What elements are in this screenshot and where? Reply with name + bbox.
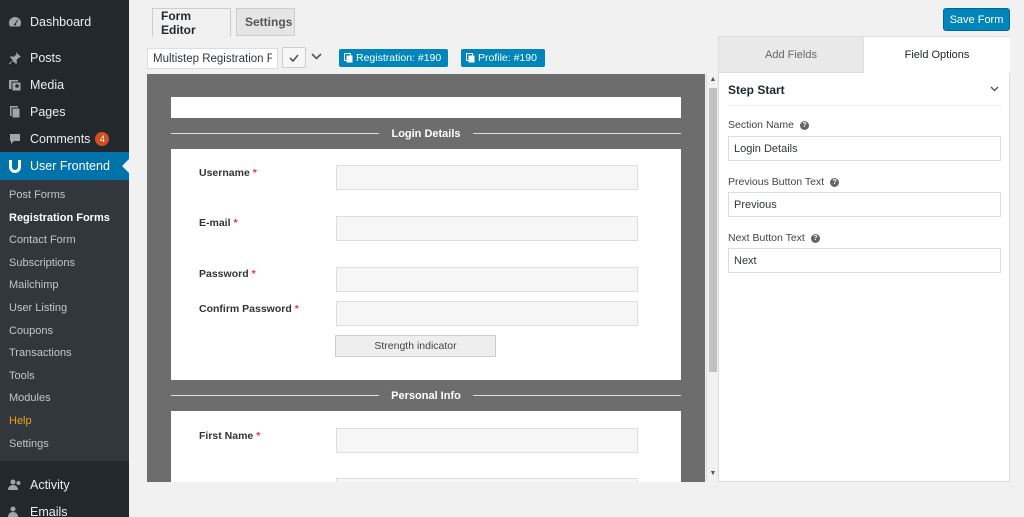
dashboard-icon xyxy=(8,15,22,29)
field-label-confirm-password: Confirm Password * xyxy=(199,303,299,315)
menu-label: Dashboard xyxy=(30,14,92,29)
media-icon xyxy=(8,78,22,92)
pushpin-icon xyxy=(8,51,22,65)
first-name-input[interactable] xyxy=(336,428,638,453)
section-title: Personal Info xyxy=(391,389,461,402)
field-label-username: Username * xyxy=(199,167,257,179)
menu-item-comments[interactable]: Comments 4 xyxy=(0,125,129,152)
help-icon[interactable]: ? xyxy=(830,177,840,187)
divider-line xyxy=(171,133,380,134)
email-input[interactable] xyxy=(336,216,638,241)
confirm-title-button[interactable] xyxy=(282,47,306,68)
section-step-login-details[interactable]: Login Details xyxy=(171,118,681,149)
previous-button-text-label: Previous Button Text? xyxy=(728,176,840,188)
confirm-password-input[interactable] xyxy=(336,301,638,326)
form-title-input[interactable] xyxy=(147,48,278,69)
admin-sidebar: Dashboard Posts Media Pages Comments 4 U… xyxy=(0,0,129,517)
strength-indicator: Strength indicator xyxy=(335,335,496,357)
section-step-personal-info[interactable]: Personal Info xyxy=(171,380,681,411)
scroll-thumb[interactable] xyxy=(709,88,717,372)
copy-icon xyxy=(466,53,475,63)
submenu-post-forms[interactable]: Post Forms xyxy=(0,184,129,207)
preview-scrollbar[interactable]: ▲ ▼ xyxy=(706,74,718,482)
scroll-up-arrow-icon[interactable]: ▲ xyxy=(709,76,717,84)
menu-label: Pages xyxy=(30,104,66,119)
menu-label: Posts xyxy=(30,50,62,65)
field-options-panel: Add Fields Field Options Step Start Sect… xyxy=(718,36,1010,482)
submenu-settings[interactable]: Settings xyxy=(0,433,129,456)
checkmark-icon xyxy=(289,53,299,62)
pages-icon xyxy=(8,105,22,119)
tab-form-editor[interactable]: Form Editor xyxy=(152,8,231,37)
next-button-text-input[interactable]: Next xyxy=(728,248,1001,273)
comments-count-badge: 4 xyxy=(95,131,110,146)
password-input[interactable] xyxy=(336,267,638,292)
tab-settings[interactable]: Settings xyxy=(236,8,295,36)
menu-label: Emails xyxy=(30,504,68,517)
divider-line xyxy=(472,395,681,396)
help-icon[interactable]: ? xyxy=(799,120,809,130)
scroll-down-arrow-icon[interactable]: ▼ xyxy=(709,470,717,478)
submenu-coupons[interactable]: Coupons xyxy=(0,320,129,343)
save-form-button[interactable]: Save Form xyxy=(943,8,1010,31)
field-label-email: E-mail * xyxy=(199,217,238,229)
menu-item-posts[interactable]: Posts xyxy=(0,44,129,71)
section-name-label: Section Name? xyxy=(728,119,809,131)
step-start-title: Step Start xyxy=(728,83,785,97)
field-label-first-name: First Name * xyxy=(199,430,261,442)
submenu-help[interactable]: Help xyxy=(0,410,129,433)
menu-item-user-frontend[interactable]: User Frontend xyxy=(0,152,129,180)
divider xyxy=(728,105,1001,106)
shortcode-label: Registration: #190 xyxy=(356,52,442,64)
username-input[interactable] xyxy=(336,165,638,190)
menu-label: Media xyxy=(30,77,65,92)
tab-field-options[interactable]: Field Options xyxy=(864,37,1010,73)
user-frontend-submenu: Post Forms Registration Forms Contact Fo… xyxy=(0,180,129,462)
tab-add-fields[interactable]: Add Fields xyxy=(719,37,864,73)
menu-label: Activity xyxy=(30,477,70,492)
user-frontend-logo-icon xyxy=(8,159,22,173)
menu-item-activity[interactable]: Activity xyxy=(0,471,129,498)
submenu-user-listing[interactable]: User Listing xyxy=(0,297,129,320)
field-label-password: Password * xyxy=(199,268,256,280)
emails-icon xyxy=(8,505,22,517)
chevron-down-icon[interactable] xyxy=(988,83,1000,95)
comments-icon xyxy=(8,132,22,146)
form-preview: Login Details Username * E-mail * Password… xyxy=(147,74,705,482)
divider-line xyxy=(171,395,380,396)
profile-shortcode-badge[interactable]: Profile: #190 xyxy=(461,49,545,67)
submenu-transactions[interactable]: Transactions xyxy=(0,342,129,365)
last-name-input[interactable] xyxy=(336,478,638,482)
submenu-subscriptions[interactable]: Subscriptions xyxy=(0,252,129,275)
registration-shortcode-badge[interactable]: Registration: #190 xyxy=(339,49,448,67)
section-name-input[interactable]: Login Details xyxy=(728,136,1001,161)
section-title: Login Details xyxy=(391,127,461,140)
activity-icon xyxy=(8,478,22,492)
menu-item-pages[interactable]: Pages xyxy=(0,98,129,125)
divider-line xyxy=(472,133,681,134)
menu-label: Comments xyxy=(30,131,91,146)
submenu-modules[interactable]: Modules xyxy=(0,387,129,410)
previous-button-text-input[interactable]: Previous xyxy=(728,192,1001,217)
submenu-mailchimp[interactable]: Mailchimp xyxy=(0,274,129,297)
form-top-strip xyxy=(171,97,681,118)
shortcode-label: Profile: #190 xyxy=(478,52,537,64)
menu-item-media[interactable]: Media xyxy=(0,71,129,98)
submenu-contact-form[interactable]: Contact Form xyxy=(0,229,129,252)
copy-icon xyxy=(344,53,353,63)
submenu-tools[interactable]: Tools xyxy=(0,365,129,388)
next-button-text-label: Next Button Text? xyxy=(728,232,820,244)
submenu-registration-forms[interactable]: Registration Forms xyxy=(0,207,129,230)
chevron-down-icon[interactable] xyxy=(309,49,323,63)
menu-item-dashboard[interactable]: Dashboard xyxy=(0,8,129,35)
help-icon[interactable]: ? xyxy=(810,233,820,243)
menu-item-emails[interactable]: Emails xyxy=(0,498,129,517)
menu-label: User Frontend xyxy=(30,159,110,173)
